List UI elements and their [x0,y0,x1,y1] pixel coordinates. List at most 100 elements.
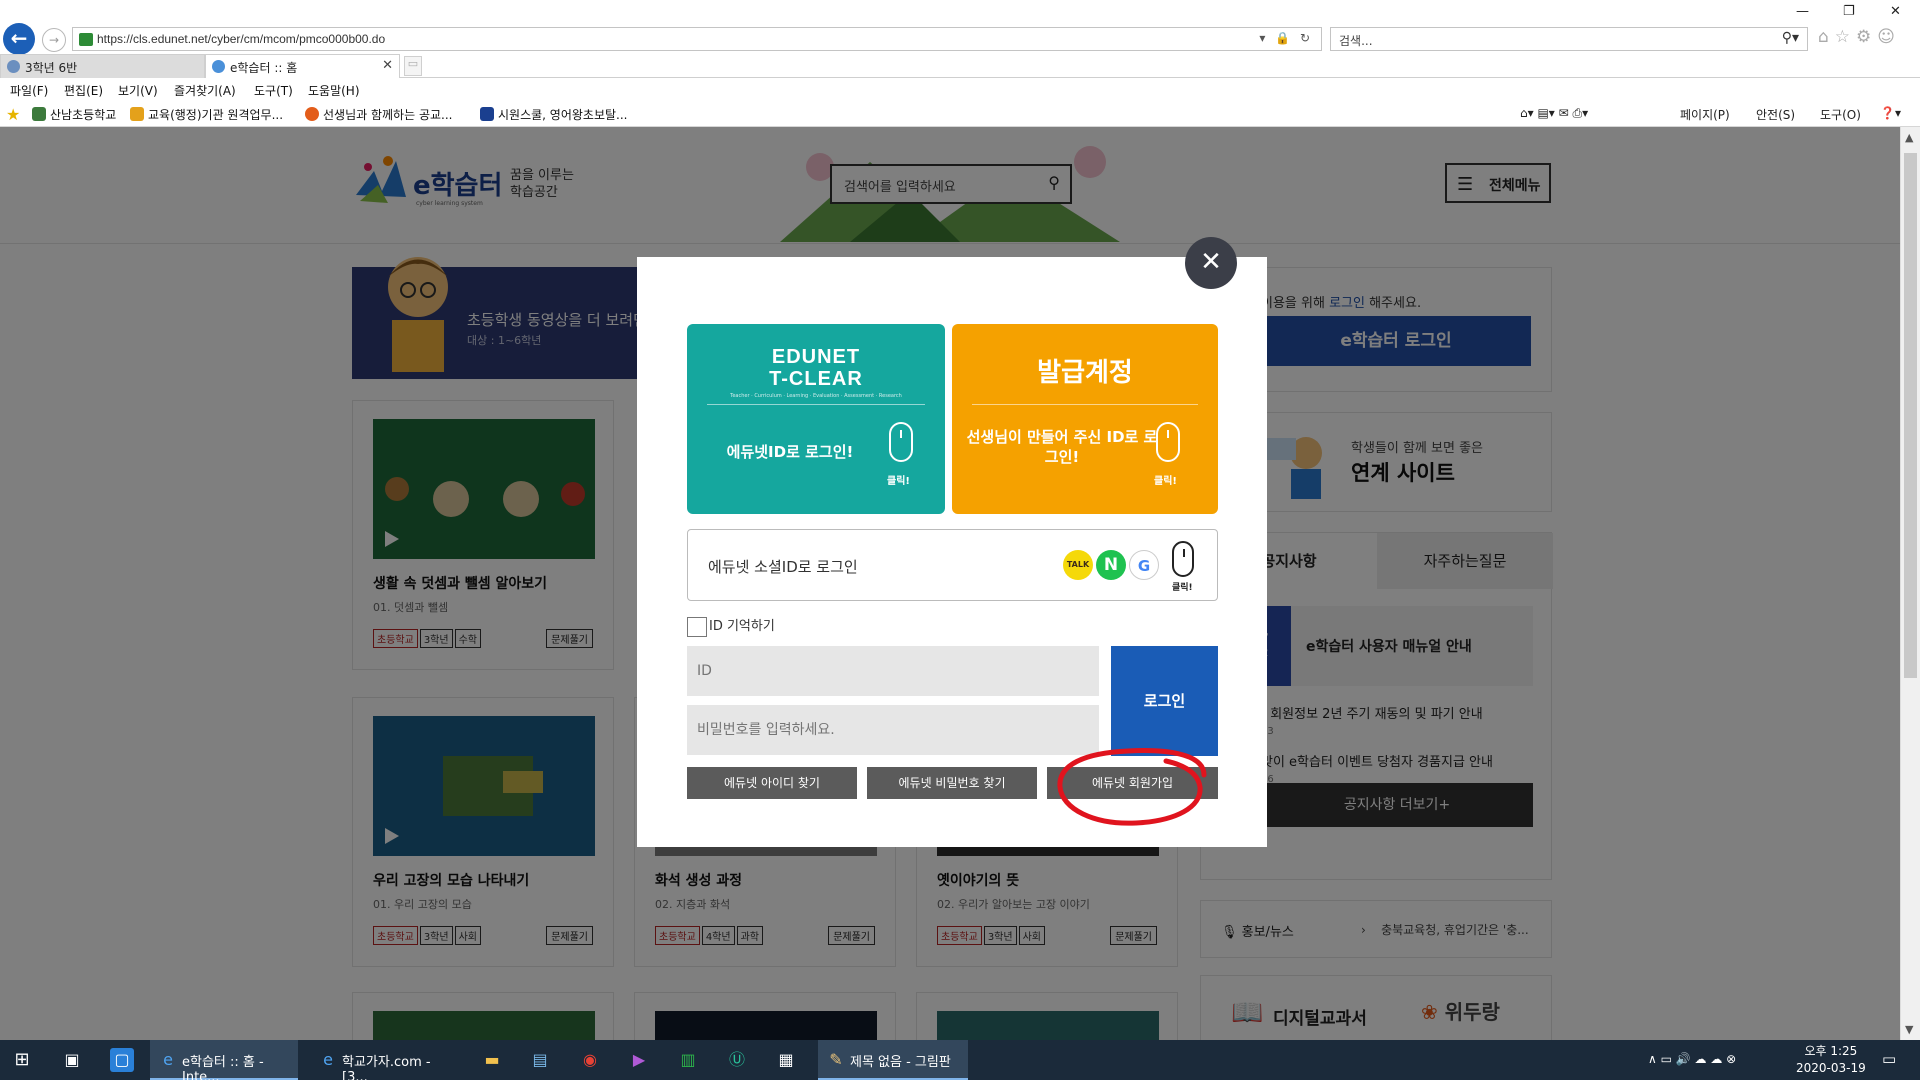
close-window-button[interactable]: ✕ [1890,4,1901,19]
cmd-tools[interactable]: 도구(O) [1820,106,1861,123]
tab-label: e학습터 :: 홈 [230,61,298,75]
menu-bar: 파일(F) 편집(E) 보기(V) 즐겨찾기(A) 도구(T) 도움말(H) [0,79,1920,101]
search-icon[interactable]: ⚲▾ [1782,30,1799,46]
fav-label: 산남초등학교 [50,108,117,122]
taskbar-app-label: e학습터 :: 홈 - Inte... [182,1055,264,1080]
login-modal: EDUNET T-CLEAR Teacher · Curriculum · Le… [637,257,1267,847]
forward-icon[interactable]: → [42,28,66,52]
menu-help[interactable]: 도움말(H) [308,82,360,99]
cmd-icons[interactable]: ⌂▾ ▤▾ ✉ ⎙▾ [1520,106,1588,121]
menu-edit[interactable]: 편집(E) [64,82,103,99]
fav-label: 시원스쿨, 영어왕초보탈... [498,108,628,122]
scroll-up-icon[interactable]: ▲ [1905,131,1913,144]
login-button[interactable]: 로그인 [1111,646,1218,756]
lock-refresh-icon[interactable]: ▾ 🔒 ↻ [1259,31,1313,45]
favorites-star-icon[interactable]: ★ [6,105,20,124]
system-clock[interactable]: 오후 1:25 2020-03-19 [1796,1043,1866,1077]
u-app-icon[interactable]: Ⓤ [725,1048,749,1072]
scroll-thumb[interactable] [1904,153,1917,678]
chart-app-icon[interactable]: ▥ [676,1048,700,1072]
folder-icon[interactable]: ▬ [480,1048,504,1072]
issued-account-title: 발급계정 [1037,358,1133,388]
edunet-login-card[interactable]: EDUNET T-CLEAR Teacher · Curriculum · Le… [687,324,945,514]
scroll-down-icon[interactable]: ▼ [1905,1023,1913,1036]
find-password-button[interactable]: 에듀넷 비밀번호 찾기 [867,767,1037,799]
divider [972,404,1198,405]
signup-button[interactable]: 에듀넷 회원가입 [1047,767,1218,799]
page-scrollbar[interactable]: ▲ ▼ [1900,127,1920,1040]
restore-button[interactable]: ❐ [1843,4,1855,19]
find-id-button[interactable]: 에듀넷 아이디 찾기 [687,767,857,799]
page-icon [130,107,144,121]
s-logo-icon [305,107,319,121]
tab-class[interactable]: 3학년 6반 [0,54,205,78]
paint-icon: ✎ [829,1050,843,1069]
cmd-safety[interactable]: 안전(S) [1756,106,1795,123]
url-text: https://cls.edunet.net/cyber/cm/mcom/pmc… [97,32,386,46]
close-tab-icon[interactable]: ✕ [382,58,393,73]
visual-studio-icon[interactable]: ▶ [627,1048,651,1072]
ie-icon: e [163,1050,173,1069]
taskbar-app-paint[interactable]: ✎ 제목 없음 - 그림판 [818,1040,968,1080]
menu-tools[interactable]: 도구(T) [254,82,293,99]
help-icon[interactable]: ❓▾ [1880,106,1901,120]
remember-label: ID 기억하기 [709,619,775,634]
tab-label: 3학년 6반 [25,61,78,75]
menu-favorites[interactable]: 즐겨찾기(A) [174,82,236,99]
click-label: 클릭! [1154,476,1177,487]
fav-link-siwon[interactable]: 시원스쿨, 영어왕초보탈... [480,106,627,123]
fav-label: 교육(행정)기관 원격업무... [148,108,284,122]
taskbar-app-label: 학교가자.com - [3... [342,1055,431,1080]
url-field[interactable]: https://cls.edunet.net/cyber/cm/mcom/pmc… [72,27,1322,51]
browser-search-placeholder: 검색... [1339,34,1373,48]
close-modal-button[interactable]: ✕ [1185,237,1237,289]
naver-icon[interactable]: N [1096,550,1126,580]
social-login-text: 에듀넷 소셜ID로 로그인 [708,558,858,576]
ie-icon: e [323,1050,333,1069]
favorites-bar: ★ 산남초등학교 교육(행정)기관 원격업무... 선생님과 함께하는 공교..… [0,101,1920,127]
chrome-icon[interactable]: ◉ [578,1048,602,1072]
fav-link-teacher[interactable]: 선생님과 함께하는 공교... [305,106,452,123]
address-bar-area: — ❐ ✕ ← → https://cls.edunet.net/cyber/c… [0,0,1920,60]
fav-link-office[interactable]: 교육(행정)기관 원격업무... [130,106,283,123]
click-label: 클릭! [887,476,910,487]
school-icon [32,107,46,121]
fav-link-school[interactable]: 산남초등학교 [32,106,116,123]
mouse-icon [1172,541,1194,577]
site-favicon-icon [79,33,93,46]
edunet-login-text: 에듀넷ID로 로그인! [726,443,854,461]
windows-start-icon[interactable]: ⊞ [10,1048,34,1072]
task-view-icon[interactable]: ▣ [60,1048,84,1072]
s-logo-icon [480,107,494,121]
clock-date: 2020-03-19 [1796,1061,1866,1075]
notification-icon[interactable]: ▭ [1882,1050,1896,1068]
cmd-page[interactable]: 페이지(P) [1680,106,1730,123]
new-tab-icon[interactable]: ▭ [404,56,422,76]
back-icon[interactable]: ← [3,23,35,55]
calculator-icon[interactable]: ▦ [774,1048,798,1072]
taskbar-app-ie2[interactable]: e 학교가자.com - [3... [310,1040,460,1080]
mouse-icon [889,422,913,462]
tab-favicon-icon [7,60,20,73]
social-login-button[interactable]: 에듀넷 소셜ID로 로그인 TALK N G 클릭! [687,529,1218,601]
kakao-icon[interactable]: TALK [1063,550,1093,580]
brand-tagline: Teacher · Curriculum · Learning · Evalua… [730,393,902,399]
password-input[interactable] [687,705,1099,755]
menu-file[interactable]: 파일(F) [10,82,48,99]
brand-line: T-CLEAR [769,368,863,390]
menu-view[interactable]: 보기(V) [118,82,158,99]
remember-id[interactable]: ID 기억하기 [687,615,775,637]
issued-account-card[interactable]: 발급계정 선생님이 만들어 주신 ID로 로그인! 클릭! [952,324,1218,514]
google-icon[interactable]: G [1129,550,1159,580]
tray-icons[interactable]: ∧ ▭ 🔊 ☁ ☁ ⊗ [1648,1052,1736,1066]
taskbar-app-ie[interactable]: e e학습터 :: 홈 - Inte... [150,1040,298,1080]
app-icon[interactable]: ▢ [110,1048,134,1072]
notepad-icon[interactable]: ▤ [528,1048,552,1072]
remember-checkbox[interactable] [687,616,707,637]
taskbar: ⊞ ▣ ▢ e e학습터 :: 홈 - Inte... e 학교가자.com - [… [0,1040,1920,1080]
id-input[interactable] [687,646,1099,696]
tab-elearning[interactable]: e학습터 :: 홈 ✕ [205,54,400,78]
home-star-gear-icons[interactable]: ⌂☆⚙☺ [1818,27,1901,47]
minimize-button[interactable]: — [1796,4,1809,19]
browser-search-input[interactable]: 검색... ⚲▾ [1330,27,1808,51]
